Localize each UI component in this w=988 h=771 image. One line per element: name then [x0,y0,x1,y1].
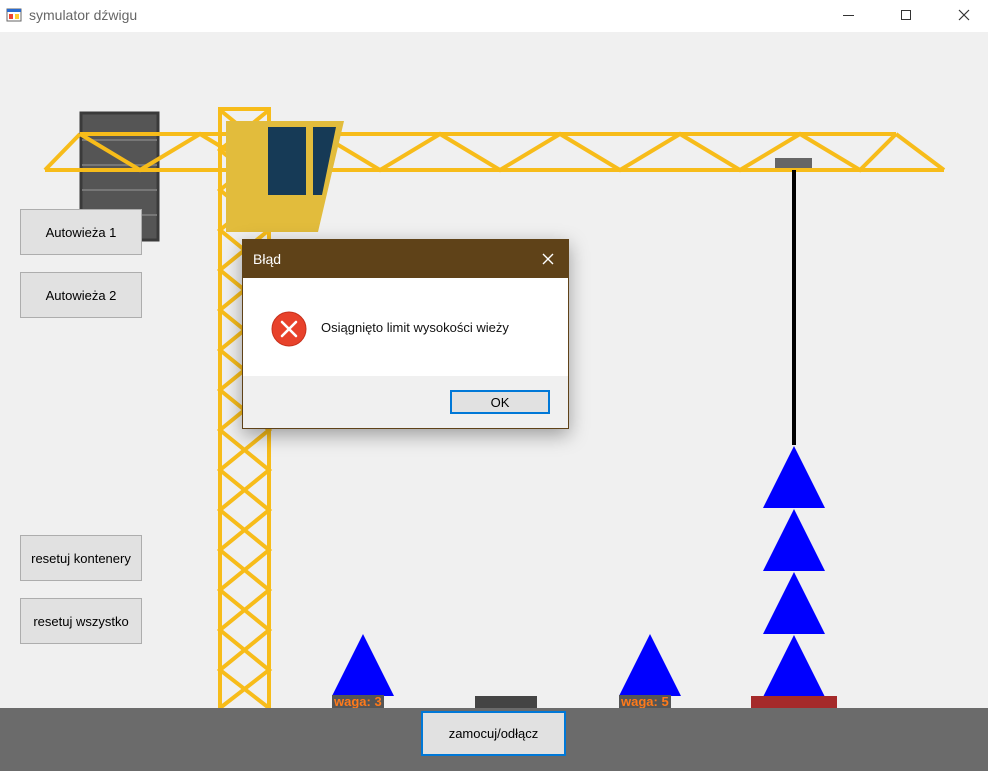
reset-all-button[interactable]: resetuj wszystko [20,598,142,644]
autotower-1-button[interactable]: Autowieża 1 [20,209,142,255]
container-stack [763,446,825,697]
drop-pad [475,696,537,708]
dialog-message: Osiągnięto limit wysokości wieży [321,320,509,335]
crane-cabin [226,121,344,232]
dialog-footer: OK [243,376,568,428]
weight-label: waga: 3 [332,694,384,709]
error-dialog: Błąd Osiągnięto limit wysokości wieży OK [242,239,569,429]
weight-label: waga: 5 [619,694,671,709]
target-pad [751,696,837,708]
dialog-body: Osiągnięto limit wysokości wieży [243,278,568,376]
dialog-titlebar: Błąd [243,240,568,278]
container-3 [332,634,394,696]
dialog-close-button[interactable] [534,245,562,273]
reset-containers-button[interactable]: resetuj kontenery [20,535,142,581]
attach-detach-button[interactable]: zamocuj/odłącz [421,711,566,756]
trolley [775,158,812,168]
ok-button[interactable]: OK [450,390,550,414]
dialog-title: Błąd [253,251,282,267]
autotower-2-button[interactable]: Autowieża 2 [20,272,142,318]
close-icon [542,253,554,265]
error-icon [271,311,307,347]
container-5 [619,634,681,696]
